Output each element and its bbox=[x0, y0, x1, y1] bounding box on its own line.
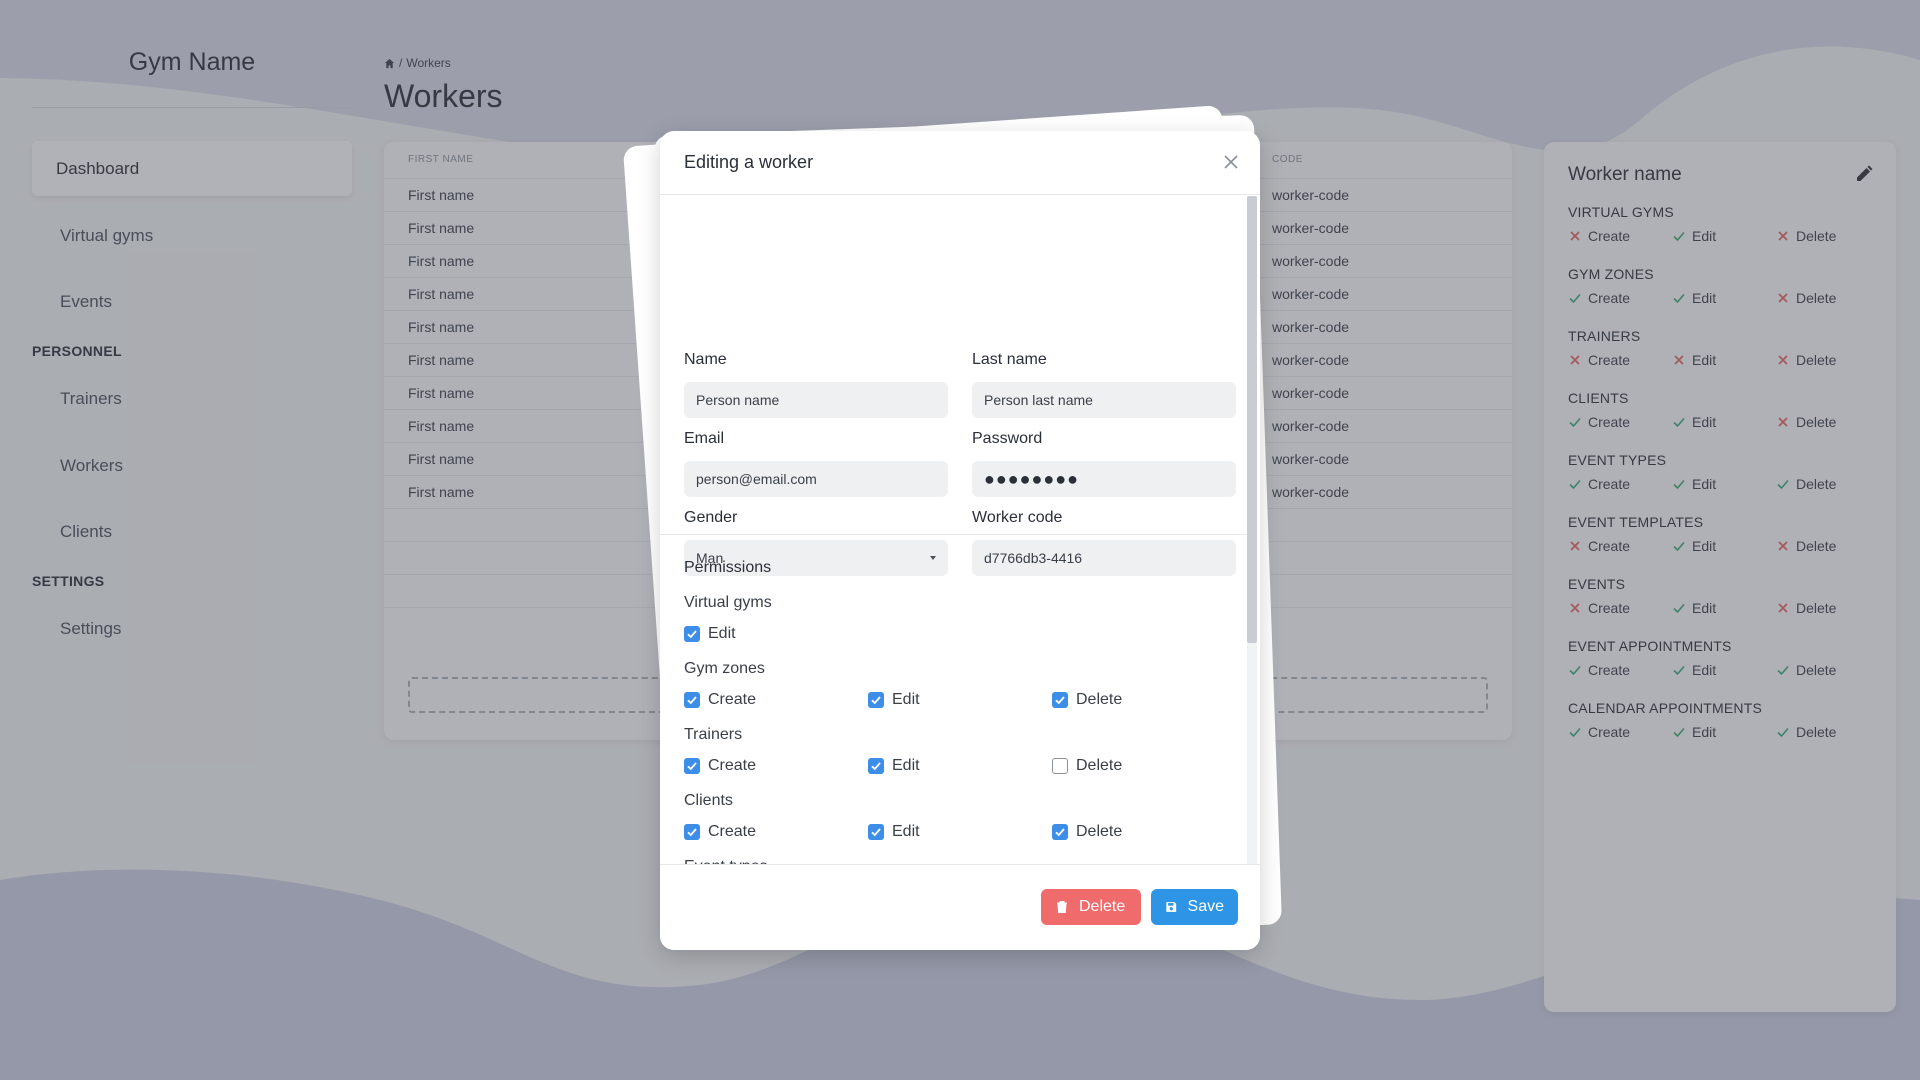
checkbox-label: Create bbox=[708, 823, 757, 840]
section-divider bbox=[660, 534, 1247, 535]
checkbox-checked-icon[interactable] bbox=[684, 824, 700, 840]
checkbox-label: Create bbox=[708, 691, 757, 708]
modal-header: Editing a worker bbox=[660, 131, 1260, 195]
password-label: Password bbox=[972, 430, 1043, 447]
permission-checkbox[interactable]: Create bbox=[684, 691, 756, 709]
edit-worker-modal: Editing a worker Name Person name Last n… bbox=[660, 131, 1260, 950]
last-name-field[interactable]: Person last name bbox=[972, 382, 1236, 418]
last-name-label: Last name bbox=[972, 351, 1047, 368]
checkbox-checked-icon[interactable] bbox=[1052, 824, 1068, 840]
email-field[interactable]: person@email.com bbox=[684, 461, 948, 497]
checkbox-checked-icon[interactable] bbox=[868, 824, 884, 840]
permission-checkbox[interactable]: Delete bbox=[1052, 691, 1122, 709]
permission-group-label: Trainers bbox=[684, 726, 743, 743]
permission-checkbox[interactable]: Delete bbox=[1052, 823, 1122, 841]
checkbox-unchecked-icon[interactable] bbox=[1052, 758, 1068, 774]
permission-checkbox[interactable]: Edit bbox=[868, 757, 920, 775]
worker-code-field[interactable]: d7766db3-4416 bbox=[972, 540, 1236, 576]
checkbox-checked-icon[interactable] bbox=[1052, 692, 1068, 708]
delete-button-label: Delete bbox=[1079, 898, 1126, 915]
checkbox-checked-icon[interactable] bbox=[684, 626, 700, 642]
checkbox-label: Edit bbox=[892, 757, 920, 774]
permission-checkbox[interactable]: Create bbox=[684, 823, 756, 841]
save-button-label: Save bbox=[1187, 898, 1224, 915]
permissions-title: Permissions bbox=[684, 559, 772, 576]
checkbox-checked-icon[interactable] bbox=[868, 758, 884, 774]
chevron-down-icon bbox=[930, 556, 936, 560]
permission-checkbox[interactable]: Edit bbox=[868, 691, 920, 709]
close-icon[interactable] bbox=[1222, 153, 1240, 171]
modal-title: Editing a worker bbox=[684, 152, 814, 172]
checkbox-checked-icon[interactable] bbox=[684, 758, 700, 774]
checkbox-checked-icon[interactable] bbox=[868, 692, 884, 708]
gender-label: Gender bbox=[684, 509, 738, 526]
permission-checkbox[interactable]: Edit bbox=[868, 823, 920, 841]
checkbox-label: Edit bbox=[892, 691, 920, 708]
save-button[interactable]: Save bbox=[1151, 889, 1238, 925]
permission-group-label: Virtual gyms bbox=[684, 594, 772, 611]
name-field[interactable]: Person name bbox=[684, 382, 948, 418]
email-label: Email bbox=[684, 430, 725, 447]
scrollbar-thumb[interactable] bbox=[1247, 196, 1257, 643]
worker-code-label: Worker code bbox=[972, 509, 1063, 526]
checkbox-label: Edit bbox=[708, 625, 736, 642]
checkbox-label: Edit bbox=[892, 823, 920, 840]
checkbox-label: Delete bbox=[1076, 823, 1123, 840]
checkbox-label: Create bbox=[708, 757, 757, 774]
password-field[interactable]: ●●●●●●●● bbox=[972, 461, 1236, 497]
permission-group-label: Clients bbox=[684, 792, 733, 809]
delete-button[interactable]: Delete bbox=[1041, 889, 1141, 925]
permission-checkbox[interactable]: Delete bbox=[1052, 757, 1122, 775]
permission-checkbox[interactable]: Edit bbox=[684, 625, 736, 643]
permission-group-label: Gym zones bbox=[684, 660, 765, 677]
permission-checkbox[interactable]: Create bbox=[684, 757, 756, 775]
trash-icon bbox=[1057, 901, 1067, 913]
name-label: Name bbox=[684, 351, 727, 368]
checkbox-label: Delete bbox=[1076, 757, 1123, 774]
checkbox-label: Delete bbox=[1076, 691, 1123, 708]
checkbox-checked-icon[interactable] bbox=[684, 692, 700, 708]
save-icon bbox=[1166, 902, 1177, 912]
